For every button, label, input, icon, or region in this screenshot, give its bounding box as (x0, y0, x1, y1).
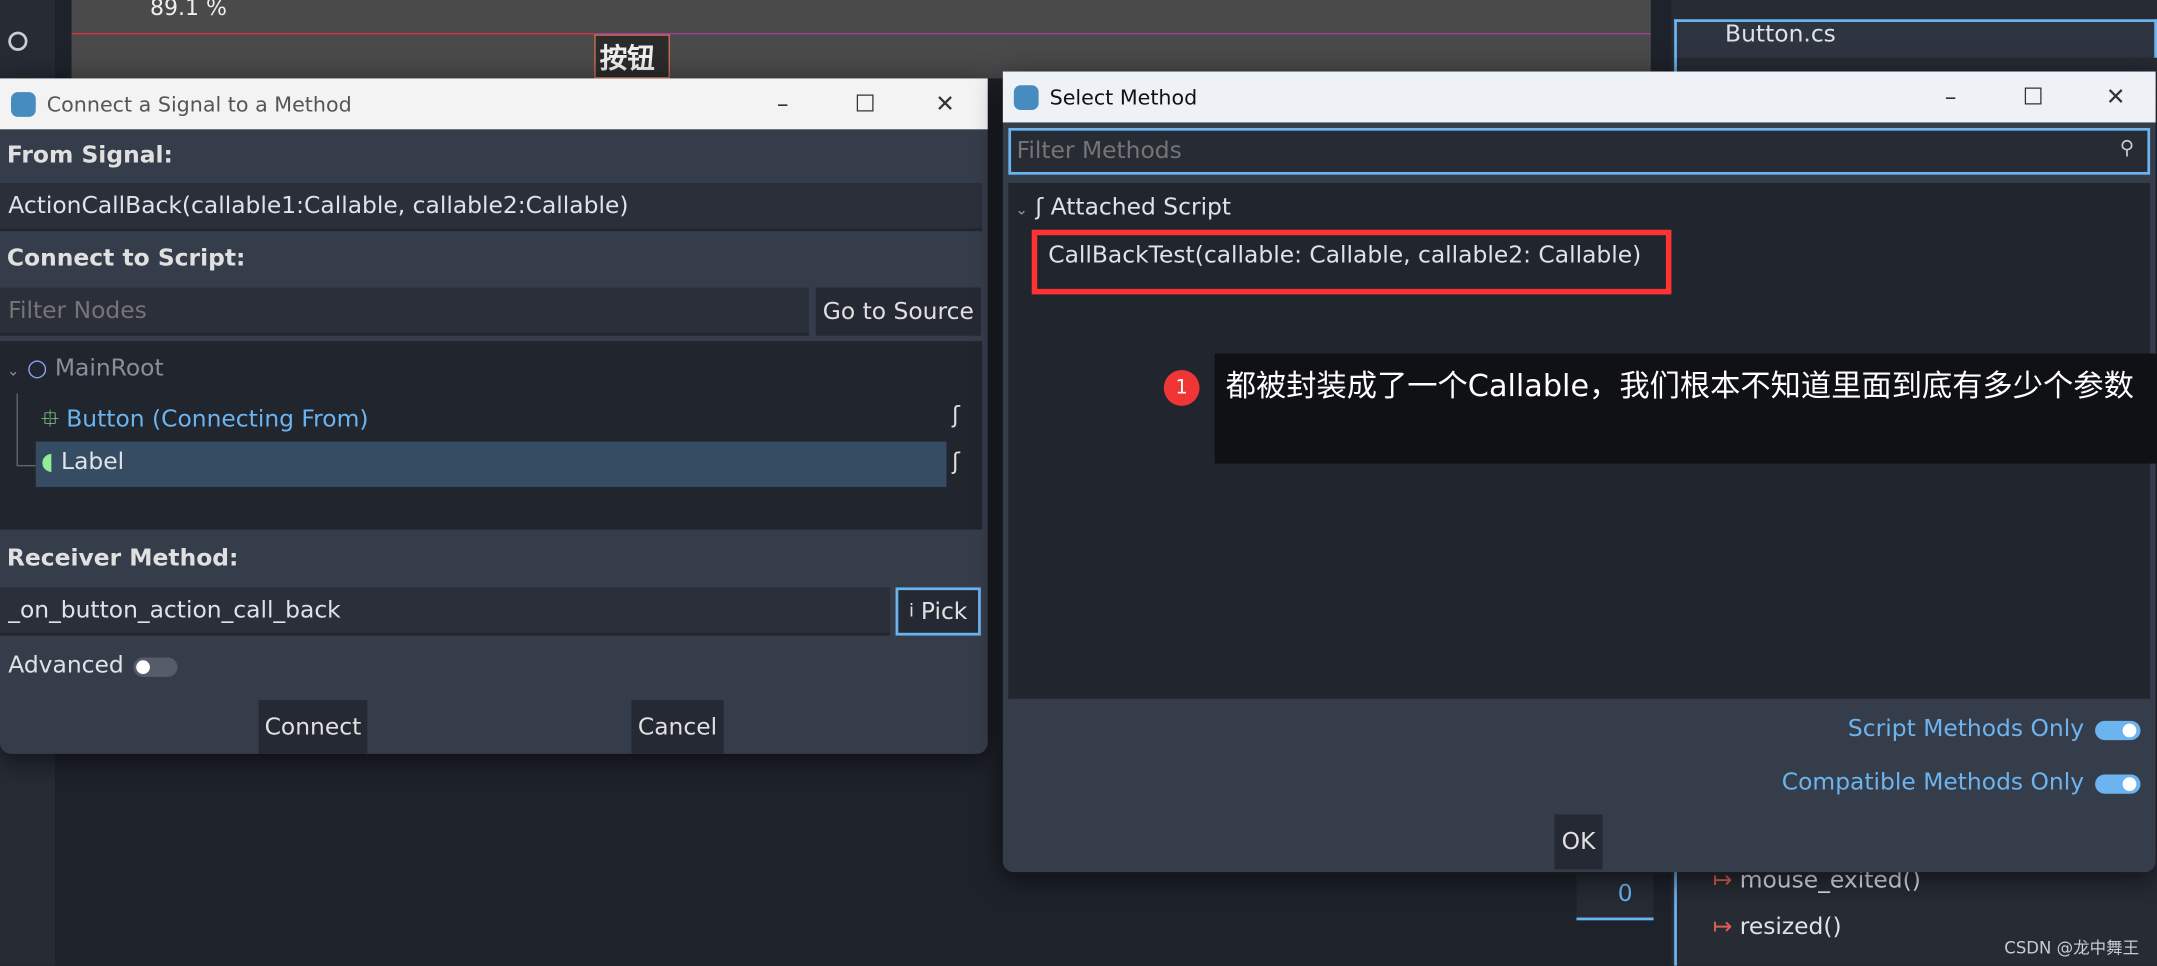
dialog-title: Select Method (1049, 84, 1198, 110)
tree-root-button-cs[interactable]: Button.cs (1725, 21, 1836, 49)
highlight-box (1031, 229, 1672, 295)
node-icon: ○ (26, 354, 48, 383)
connect-button[interactable]: Connect (258, 700, 368, 754)
pick-icon: ⅰ (908, 601, 914, 622)
script-icon: ʃ (951, 401, 960, 430)
watermark: CSDN @龙中舞王 (2004, 938, 2140, 958)
search-icon: ⚲ (2119, 137, 2134, 160)
godot-logo-icon (11, 91, 36, 117)
advanced-toggle[interactable] (133, 657, 178, 677)
select-method-dialog: Select Method – ☐ ✕ ⚲ ⌄ ʃ Attached Scrip… (1002, 71, 2156, 873)
dialog-title: Connect a Signal to a Method (46, 91, 352, 117)
filter-methods-input[interactable] (1008, 127, 2151, 175)
canvas-button-node[interactable]: 按钮 (594, 34, 670, 79)
from-signal-label: From Signal: (6, 141, 173, 170)
close-button[interactable]: ✕ (905, 78, 985, 129)
go-to-source-button[interactable]: Go to Source (815, 287, 981, 336)
signal-resized[interactable]: ↦ resized() (1713, 913, 1842, 941)
label-node-icon: ◖ (41, 448, 54, 476)
annotation-callout: 都被封装成了一个Callable，我们根本不知道里面到底有多少个参数 (1214, 353, 2157, 464)
tree-item-button[interactable]: ⯐ Button (Connecting From) (41, 402, 368, 442)
connect-signal-dialog: Connect a Signal to a Method – ☐ ✕ From … (0, 78, 988, 754)
receiver-method-label: Receiver Method: (6, 544, 239, 573)
pick-button[interactable]: ⅰ Pick (895, 587, 981, 636)
maximize-button[interactable]: ☐ (825, 78, 905, 129)
connect-to-script-label: Connect to Script: (6, 244, 246, 273)
maximize-button[interactable]: ☐ (1993, 72, 2073, 123)
script-methods-only-label: Script Methods Only (1847, 715, 2085, 743)
ok-button[interactable]: OK (1554, 814, 1603, 870)
script-methods-only-toggle[interactable] (2095, 720, 2141, 741)
tree-item-mainroot[interactable]: ⌄ ○ MainRoot (7, 355, 164, 383)
script-icon: ʃ (1035, 193, 1044, 222)
signal-field: ActionCallBack(callable1:Callable, calla… (0, 182, 983, 232)
godot-logo-icon (1013, 84, 1039, 110)
cancel-button[interactable]: Cancel (631, 700, 724, 754)
minimize-button[interactable]: – (743, 78, 823, 129)
title-bar: Select Method – ☐ ✕ (1002, 71, 2156, 123)
script-icon: ʃ (951, 448, 960, 476)
title-bar: Connect a Signal to a Method – ☐ ✕ (0, 78, 988, 130)
receiver-method-input[interactable]: _on_button_action_call_back (0, 587, 891, 636)
annotation-badge: 1 (1163, 370, 1200, 406)
compatible-methods-only-label: Compatible Methods Only (1781, 768, 2085, 797)
close-button[interactable]: ✕ (2076, 72, 2156, 123)
button-node-icon: ⯐ (41, 405, 59, 434)
advanced-label: Advanced (8, 652, 124, 680)
filter-nodes-input[interactable] (0, 287, 809, 336)
visibility-icon[interactable] (8, 31, 28, 51)
tree-group-attached-script[interactable]: ⌄ ʃ Attached Script (1015, 194, 1231, 222)
compatible-methods-only-toggle[interactable] (2095, 774, 2141, 794)
viewport-canvas[interactable]: 89.1 % 按钮 (71, 0, 1651, 79)
minimize-button[interactable]: – (1911, 72, 1991, 123)
counter-box[interactable]: 0 (1576, 873, 1654, 921)
tree-item-label[interactable]: ◖ Label (35, 441, 947, 487)
node-tree: ⌄ ○ MainRoot ⯐ Button (Connecting From) … (0, 341, 983, 530)
zoom-label: 89.1 % (149, 0, 227, 21)
